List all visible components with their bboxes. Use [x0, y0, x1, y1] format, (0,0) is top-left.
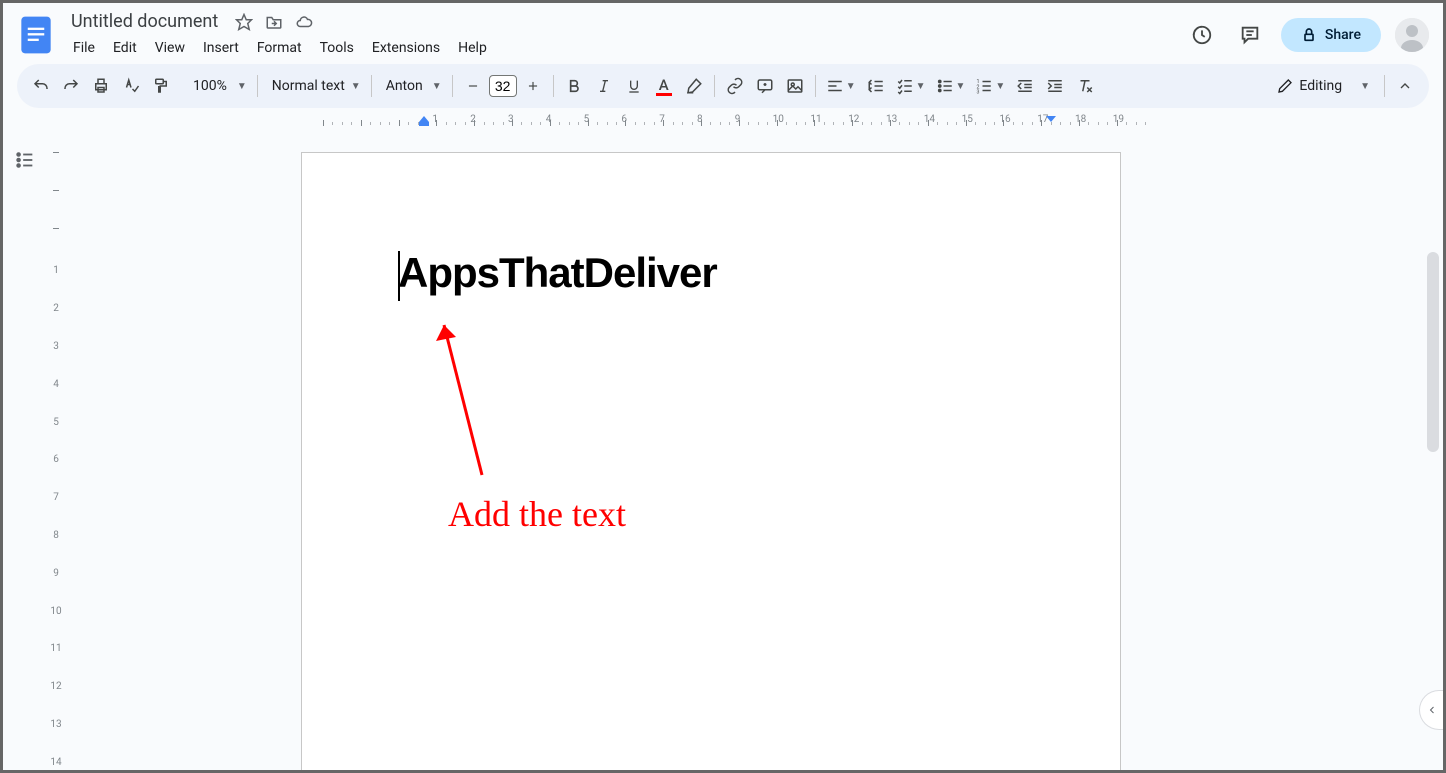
separator [452, 75, 453, 97]
document-text[interactable]: AppsThatDeliver [398, 249, 1024, 297]
spellcheck-button[interactable] [117, 72, 145, 100]
svg-text:3: 3 [977, 90, 980, 96]
style-select[interactable]: Normal text▼ [264, 78, 365, 94]
toolbar: 100%▼ Normal text▼ Anton▼ A ▼ ▼ ▼ 123▼ [17, 64, 1429, 108]
left-gutter [3, 132, 47, 770]
menu-tools[interactable]: Tools [312, 36, 362, 60]
scrollbar-vertical[interactable] [1427, 252, 1439, 752]
star-icon[interactable] [234, 12, 254, 32]
font-select[interactable]: Anton▼ [378, 78, 446, 94]
indent-increase-button[interactable] [1041, 72, 1069, 100]
separator [553, 75, 554, 97]
ruler-vertical[interactable]: 123456789101112131415 [47, 132, 65, 770]
menu-extensions[interactable]: Extensions [364, 36, 448, 60]
header-right: Share [1185, 18, 1429, 52]
align-button[interactable]: ▼ [822, 72, 860, 100]
menu-view[interactable]: View [147, 36, 193, 60]
chevron-down-icon: ▼ [916, 81, 926, 92]
chevron-down-icon: ▼ [432, 81, 442, 92]
chevron-down-icon: ▼ [1360, 81, 1370, 92]
title-row: Untitled document [65, 9, 1175, 34]
color-indicator [656, 93, 672, 96]
chevron-down-icon: ▼ [351, 81, 361, 92]
pencil-icon [1277, 78, 1293, 94]
text-color-button[interactable]: A [650, 72, 678, 100]
numbered-list-button[interactable]: 123▼ [971, 72, 1009, 100]
highlight-button[interactable] [680, 72, 708, 100]
document-title[interactable]: Untitled document [65, 9, 224, 34]
font-size-decrease[interactable] [459, 72, 487, 100]
checklist-button[interactable]: ▼ [892, 72, 930, 100]
canvas[interactable]: AppsThatDeliver Add the text [65, 132, 1443, 770]
annotation-text: Add the text [448, 493, 626, 535]
font-size-input[interactable] [489, 75, 517, 97]
lock-icon [1301, 27, 1317, 43]
italic-button[interactable] [590, 72, 618, 100]
link-button[interactable] [721, 72, 749, 100]
share-button[interactable]: Share [1281, 18, 1381, 52]
page[interactable]: AppsThatDeliver Add the text [301, 152, 1121, 770]
chevron-down-icon: ▼ [846, 81, 856, 92]
title-area: Untitled document File Edit View Insert … [65, 9, 1175, 60]
font-size-increase[interactable] [519, 72, 547, 100]
collapse-toolbar-button[interactable] [1391, 72, 1419, 100]
editing-mode-button[interactable]: Editing ▼ [1267, 78, 1378, 94]
image-button[interactable] [781, 72, 809, 100]
separator [371, 75, 372, 97]
menubar: File Edit View Insert Format Tools Exten… [65, 36, 1175, 60]
move-icon[interactable] [264, 12, 284, 32]
separator [1384, 75, 1385, 97]
scrollbar-thumb[interactable] [1427, 252, 1439, 452]
cloud-icon[interactable] [294, 12, 314, 32]
print-button[interactable] [87, 72, 115, 100]
clear-formatting-button[interactable] [1071, 72, 1099, 100]
chevron-down-icon: ▼ [995, 81, 1005, 92]
annotation-arrow [434, 315, 494, 485]
menu-insert[interactable]: Insert [195, 36, 247, 60]
undo-button[interactable] [27, 72, 55, 100]
menu-format[interactable]: Format [249, 36, 310, 60]
chevron-down-icon: ▼ [956, 81, 966, 92]
comment-button[interactable] [751, 72, 779, 100]
separator [714, 75, 715, 97]
zoom-select[interactable]: 100%▼ [177, 78, 251, 94]
line-spacing-button[interactable] [862, 72, 890, 100]
comments-icon[interactable] [1233, 18, 1267, 52]
menu-edit[interactable]: Edit [105, 36, 145, 60]
text-cursor [398, 251, 400, 301]
chevron-down-icon: ▼ [237, 81, 247, 92]
separator [257, 75, 258, 97]
avatar[interactable] [1395, 18, 1429, 52]
toolbar-wrap: 100%▼ Normal text▼ Anton▼ A ▼ ▼ ▼ 123▼ [3, 64, 1443, 114]
redo-button[interactable] [57, 72, 85, 100]
menu-help[interactable]: Help [450, 36, 495, 60]
share-label: Share [1325, 27, 1361, 43]
bold-button[interactable] [560, 72, 588, 100]
indent-decrease-button[interactable] [1011, 72, 1039, 100]
paint-format-button[interactable] [147, 72, 175, 100]
outline-button[interactable] [9, 144, 41, 176]
history-icon[interactable] [1185, 18, 1219, 52]
underline-button[interactable] [620, 72, 648, 100]
workspace: 123456789101112131415 AppsThatDeliver Ad… [3, 132, 1443, 770]
menu-file[interactable]: File [65, 36, 103, 60]
separator [815, 75, 816, 97]
bulleted-list-button[interactable]: ▼ [932, 72, 970, 100]
header: Untitled document File Edit View Insert … [3, 3, 1443, 64]
ruler-horizontal[interactable]: 12345678910111213141516171819 [47, 114, 1443, 132]
docs-logo[interactable] [17, 11, 55, 59]
